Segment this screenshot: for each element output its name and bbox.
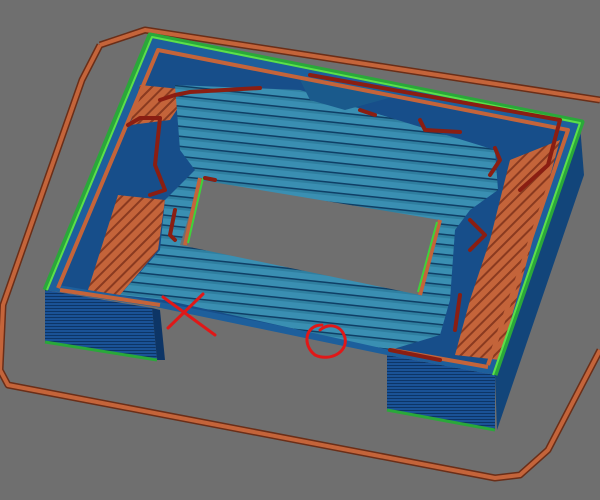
layer-preview-scene bbox=[0, 26, 600, 482]
slicer-preview-viewport[interactable] bbox=[0, 0, 600, 500]
